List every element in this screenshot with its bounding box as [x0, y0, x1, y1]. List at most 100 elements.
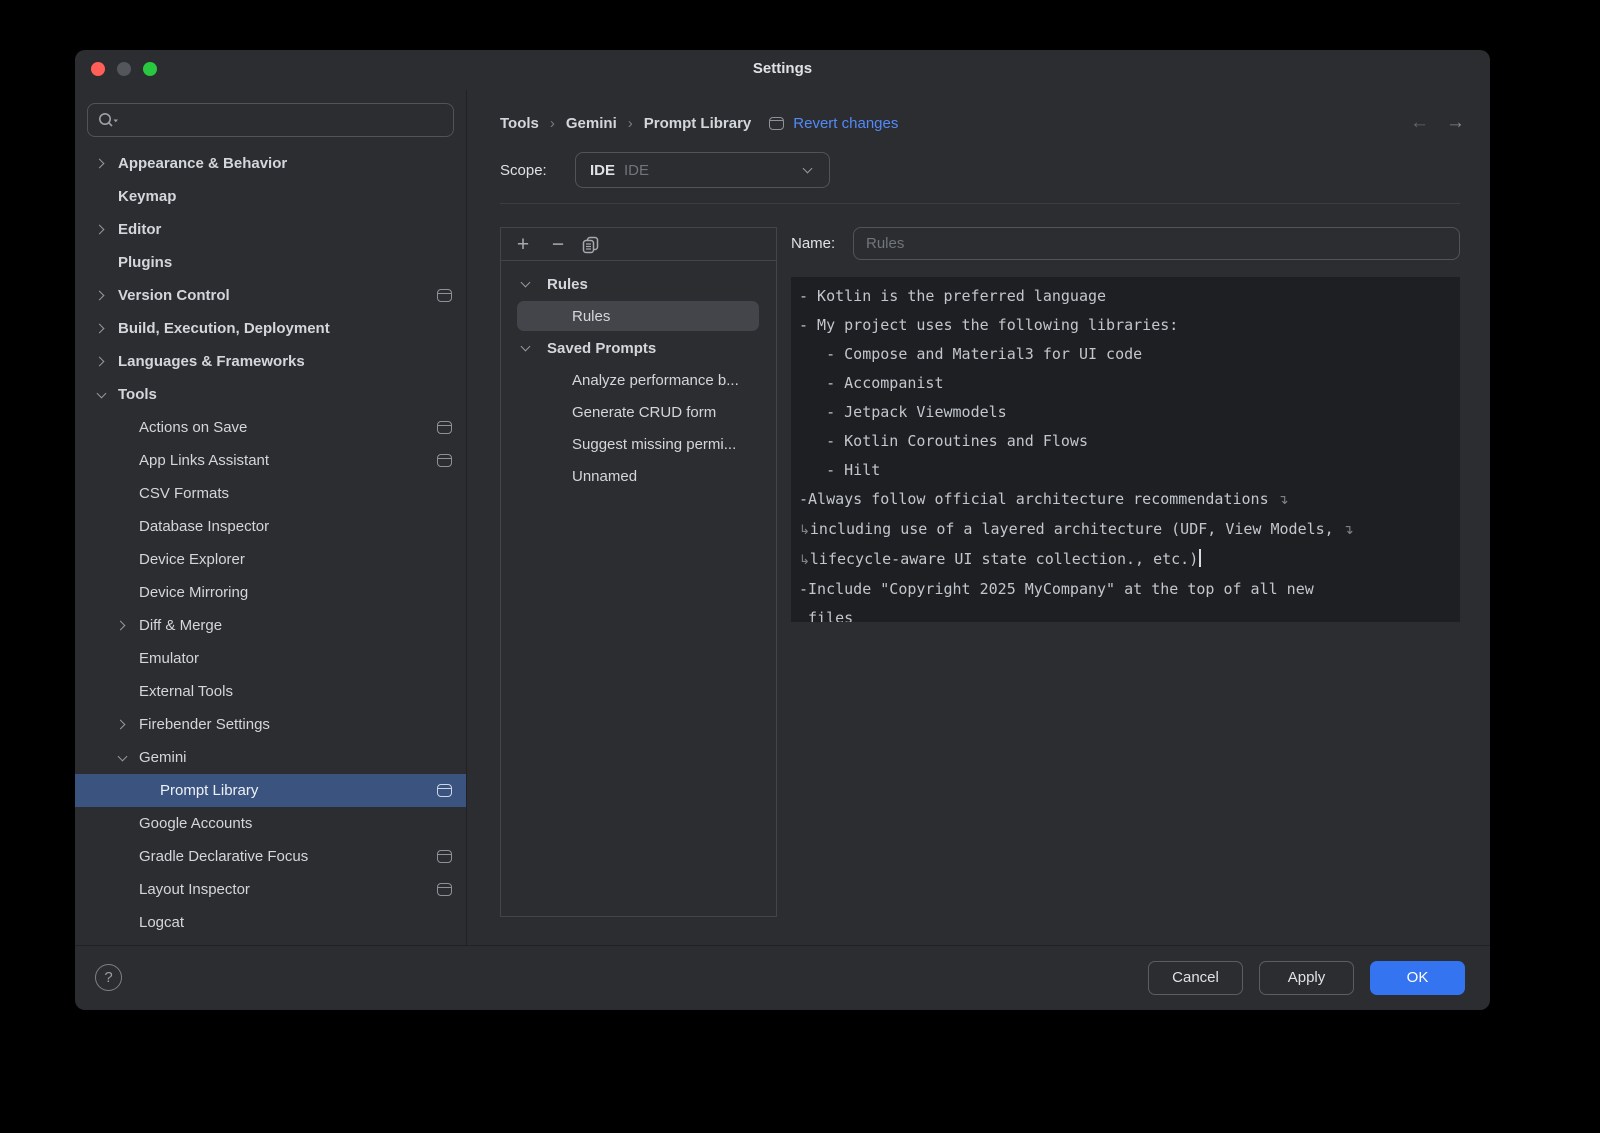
soft-wrap-end-icon: ↴	[1343, 523, 1354, 538]
modified-settings-icon	[769, 117, 784, 130]
sidebar-item-layout-inspector[interactable]: Layout Inspector	[75, 873, 466, 906]
sidebar-item-plugins[interactable]: Plugins	[75, 246, 466, 279]
sidebar-item-device-explorer[interactable]: Device Explorer	[75, 543, 466, 576]
add-prompt-button[interactable]: +	[512, 234, 534, 255]
duplicate-icon	[582, 236, 600, 254]
scope-dropdown[interactable]: IDE IDE	[575, 152, 830, 188]
editor-line: files	[799, 604, 1452, 622]
sidebar-item-external-tools[interactable]: External Tools	[75, 675, 466, 708]
editor-line: - Hilt	[799, 456, 1452, 485]
editor-line: - Compose and Material3 for UI code	[799, 340, 1452, 369]
prompt-tree-label: Unnamed	[572, 468, 637, 485]
remove-prompt-button[interactable]: −	[547, 234, 569, 255]
breadcrumb: Tools›Gemini›Prompt Library Revert chang…	[467, 90, 1490, 138]
sidebar-item-label: Gradle Declarative Focus	[139, 848, 308, 865]
prompt-tree-item-generate-crud-form[interactable]: Generate CRUD form	[501, 396, 776, 428]
sidebar-item-label: Device Explorer	[139, 551, 245, 568]
tree-chevron-icon	[93, 255, 109, 271]
sidebar-item-label: Tools	[118, 386, 157, 403]
prompt-tree-group-saved-prompts[interactable]: Saved Prompts	[501, 332, 776, 364]
sidebar-item-appearance-behavior[interactable]: Appearance & Behavior	[75, 147, 466, 180]
sidebar-item-label: Prompt Library	[160, 782, 258, 799]
soft-wrap-start-icon: ↳	[799, 553, 810, 568]
sidebar-item-gradle-declarative-focus[interactable]: Gradle Declarative Focus	[75, 840, 466, 873]
name-label: Name:	[791, 235, 853, 252]
sidebar-item-editor[interactable]: Editor	[75, 213, 466, 246]
sidebar-item-label: Actions on Save	[139, 419, 247, 436]
sidebar-item-database-inspector[interactable]: Database Inspector	[75, 510, 466, 543]
prompt-tree-item-rules[interactable]: Rules	[501, 300, 776, 332]
sidebar-item-csv-formats[interactable]: CSV Formats	[75, 477, 466, 510]
soft-wrap-end-icon: ↴	[1278, 493, 1289, 508]
prompt-tree-item-analyze-performance-b[interactable]: Analyze performance b...	[501, 364, 776, 396]
scope-selected-prefix: IDE	[590, 162, 615, 179]
settings-window: Settings Appearance & Behavior Keymap Ed…	[75, 50, 1490, 1010]
titlebar: Settings	[75, 50, 1490, 90]
sidebar-item-logcat[interactable]: Logcat	[75, 906, 466, 939]
sidebar-item-label: Gemini	[139, 749, 187, 766]
prompt-tree-item-suggest-missing-permi[interactable]: Suggest missing permi...	[501, 428, 776, 460]
dialog-footer: ? Cancel Apply OK	[75, 945, 1490, 1009]
tree-chevron-icon	[114, 750, 130, 766]
prompt-tree-label: Suggest missing permi...	[572, 436, 736, 453]
sidebar-item-device-mirroring[interactable]: Device Mirroring	[75, 576, 466, 609]
tree-chevron-icon	[93, 321, 109, 337]
breadcrumb-prompt-library[interactable]: Prompt Library	[644, 115, 752, 132]
prompt-text-editor[interactable]: - Kotlin is the preferred language- My p…	[791, 277, 1460, 622]
tree-chevron-icon	[114, 849, 130, 865]
sidebar-item-firebender-settings[interactable]: Firebender Settings	[75, 708, 466, 741]
breadcrumb-tools[interactable]: Tools	[500, 115, 539, 132]
editor-line: -Always follow official architecture rec…	[799, 485, 1452, 515]
settings-sidebar: Appearance & Behavior Keymap Editor Plug…	[75, 90, 467, 945]
modified-settings-icon	[437, 784, 452, 797]
editor-line: - Kotlin is the preferred language	[799, 282, 1452, 311]
sidebar-item-label: Logcat	[139, 914, 184, 931]
tree-chevron-icon	[517, 276, 533, 292]
tree-chevron-icon	[114, 420, 130, 436]
prompt-tree-item-unnamed[interactable]: Unnamed	[501, 460, 776, 492]
cancel-button[interactable]: Cancel	[1148, 961, 1243, 995]
tree-chevron-icon	[114, 651, 130, 667]
sidebar-item-actions-on-save[interactable]: Actions on Save	[75, 411, 466, 444]
prompt-detail: Name: Rules - Kotlin is the preferred la…	[791, 227, 1460, 945]
modified-settings-icon	[437, 289, 452, 302]
text-cursor	[1199, 549, 1201, 567]
sidebar-item-label: Build, Execution, Deployment	[118, 320, 330, 337]
tree-chevron-icon	[93, 222, 109, 238]
sidebar-item-tools[interactable]: Tools	[75, 378, 466, 411]
sidebar-item-google-accounts[interactable]: Google Accounts	[75, 807, 466, 840]
sidebar-item-app-links-assistant[interactable]: App Links Assistant	[75, 444, 466, 477]
editor-line: - Accompanist	[799, 369, 1452, 398]
editor-line: - Jetpack Viewmodels	[799, 398, 1452, 427]
back-arrow-icon[interactable]: ←	[1410, 112, 1429, 134]
forward-arrow-icon[interactable]: →	[1446, 112, 1465, 134]
prompt-name-field[interactable]: Rules	[853, 227, 1460, 260]
revert-changes-link[interactable]: Revert changes	[769, 115, 898, 132]
duplicate-prompt-button[interactable]	[582, 234, 604, 254]
sidebar-item-diff-merge[interactable]: Diff & Merge	[75, 609, 466, 642]
prompt-tree-group-rules[interactable]: Rules	[501, 268, 776, 300]
tree-chevron-icon	[114, 717, 130, 733]
sidebar-item-label: External Tools	[139, 683, 233, 700]
prompt-list-panel: + − Rules	[500, 227, 777, 917]
sidebar-item-build-execution-deployment[interactable]: Build, Execution, Deployment	[75, 312, 466, 345]
search-input[interactable]	[87, 103, 454, 137]
scope-label: Scope:	[500, 162, 575, 179]
sidebar-item-version-control[interactable]: Version Control	[75, 279, 466, 312]
prompt-tree-label: Rules	[572, 308, 610, 325]
breadcrumb-gemini[interactable]: Gemini	[566, 115, 617, 132]
prompt-tree-label: Generate CRUD form	[572, 404, 716, 421]
sidebar-item-prompt-library[interactable]: Prompt Library	[75, 774, 466, 807]
tree-chevron-icon	[93, 387, 109, 403]
sidebar-item-emulator[interactable]: Emulator	[75, 642, 466, 675]
tree-chevron-icon	[114, 684, 130, 700]
tree-chevron-icon	[114, 486, 130, 502]
ok-button[interactable]: OK	[1370, 961, 1465, 995]
sidebar-item-gemini[interactable]: Gemini	[75, 741, 466, 774]
help-button[interactable]: ?	[95, 964, 122, 991]
sidebar-item-languages-frameworks[interactable]: Languages & Frameworks	[75, 345, 466, 378]
modified-settings-icon	[437, 883, 452, 896]
sidebar-item-keymap[interactable]: Keymap	[75, 180, 466, 213]
apply-button[interactable]: Apply	[1259, 961, 1354, 995]
tree-chevron-icon	[93, 156, 109, 172]
